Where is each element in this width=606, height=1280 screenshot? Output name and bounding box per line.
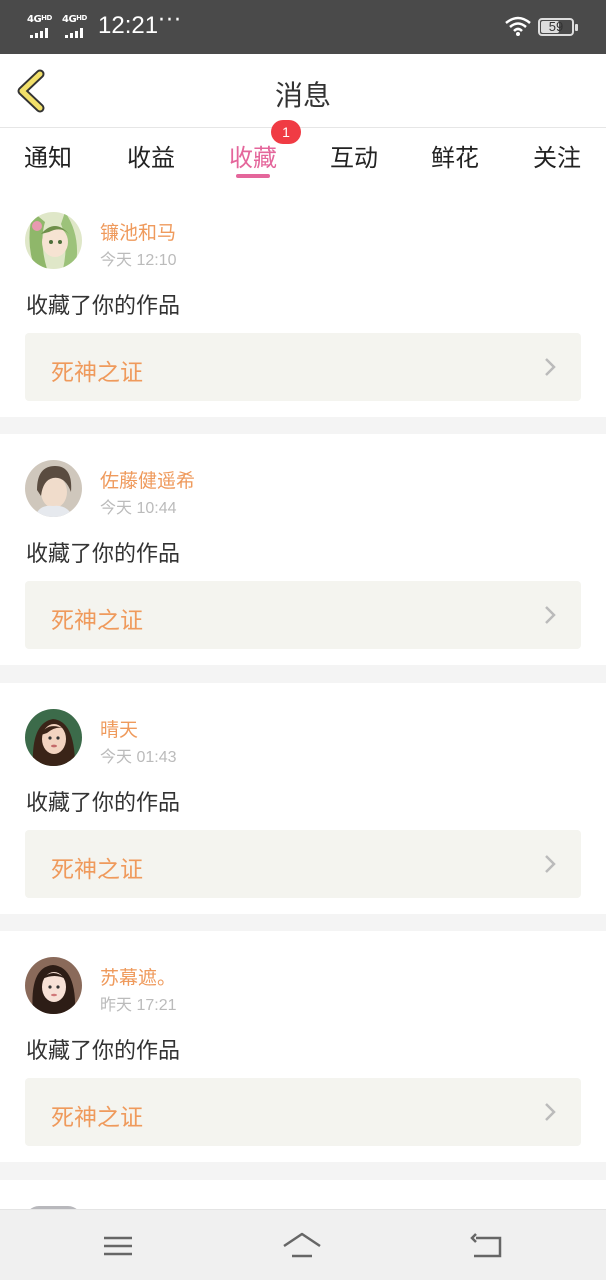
username[interactable]: 苏幕遮。: [100, 963, 176, 990]
work-title: 死神之证: [51, 608, 143, 634]
avatar[interactable]: [25, 709, 82, 766]
action-text: 收藏了你的作品: [26, 542, 181, 567]
back-arrow-icon[interactable]: [466, 1230, 506, 1262]
status-bar: 4GHD 4GHD 12:21 ··· 59: [0, 0, 606, 54]
unread-badge: 1: [271, 120, 301, 144]
wifi-icon: [505, 16, 531, 36]
chevron-right-icon: [545, 1103, 556, 1121]
tab-flowers[interactable]: 鲜花: [415, 138, 495, 173]
timestamp: 今天 10:44: [100, 500, 177, 517]
system-navigation-bar: [0, 1209, 606, 1280]
timestamp: 昨天 17:21: [100, 997, 177, 1014]
work-link[interactable]: 死神之证: [25, 1078, 581, 1146]
network-indicator-1: 4GHD: [27, 14, 52, 25]
work-title: 死神之证: [51, 1105, 143, 1131]
action-text: 收藏了你的作品: [26, 1039, 181, 1064]
work-link[interactable]: 死神之证: [25, 333, 581, 401]
tab-bar: 通知 收益 收藏 1 互动 鲜花 关注: [0, 120, 606, 186]
list-item[interactable]: 佐藤健遥希 今天 10:44 收藏了你的作品 死神之证: [0, 434, 606, 665]
network-indicator-2: 4GHD: [62, 14, 87, 25]
timestamp: 今天 01:43: [100, 749, 177, 766]
status-overflow-dots: ···: [158, 8, 182, 33]
username[interactable]: 佐藤健遥希: [100, 466, 195, 493]
timestamp: 今天 12:10: [100, 252, 177, 269]
chevron-right-icon: [545, 358, 556, 376]
active-tab-indicator: [236, 174, 270, 178]
tab-earnings[interactable]: 收益: [111, 138, 191, 173]
list-item[interactable]: 镰池和马 今天 12:10 收藏了你的作品 死神之证: [0, 186, 606, 417]
list-item[interactable]: 苏幕遮。 昨天 17:21 收藏了你的作品 死神之证: [0, 931, 606, 1162]
work-title: 死神之证: [51, 360, 143, 386]
avatar[interactable]: [25, 212, 82, 269]
tab-notifications[interactable]: 通知: [8, 138, 88, 173]
username[interactable]: 镰池和马: [100, 218, 176, 245]
chevron-right-icon: [545, 606, 556, 624]
tab-interactions[interactable]: 互动: [314, 138, 394, 173]
status-time: 12:21: [98, 12, 159, 39]
avatar[interactable]: [25, 460, 82, 517]
username[interactable]: 晴天: [100, 715, 138, 742]
chevron-right-icon: [545, 855, 556, 873]
home-icon[interactable]: [282, 1230, 322, 1262]
avatar[interactable]: [25, 957, 82, 1014]
work-link[interactable]: 死神之证: [25, 830, 581, 898]
menu-icon[interactable]: [98, 1230, 138, 1262]
page-title: 消息: [274, 79, 331, 112]
battery-percent: 59: [548, 19, 564, 34]
top-app-bar: 消息: [0, 54, 606, 128]
list-item[interactable]: 晴天 今天 01:43 收藏了你的作品 死神之证: [0, 683, 606, 914]
action-text: 收藏了你的作品: [26, 294, 181, 319]
work-title: 死神之证: [51, 857, 143, 883]
tab-following[interactable]: 关注: [517, 138, 597, 173]
work-link[interactable]: 死神之证: [25, 581, 581, 649]
battery-icon: 59: [538, 18, 578, 36]
action-text: 收藏了你的作品: [26, 791, 181, 816]
